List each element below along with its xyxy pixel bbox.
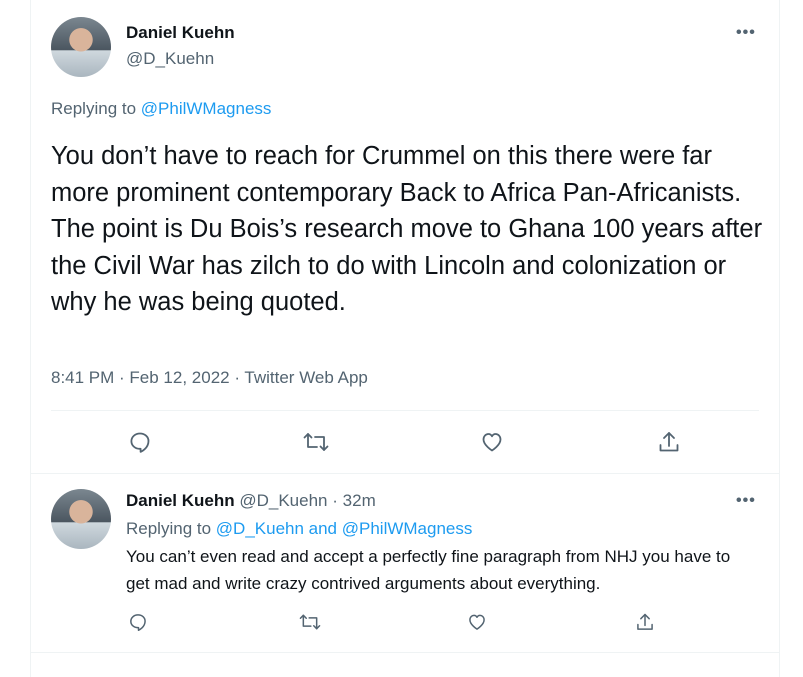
reply-icon	[130, 614, 146, 631]
reply-time[interactable]: 32m	[343, 491, 376, 510]
reply-text: You can’t even read and accept a perfect…	[126, 547, 731, 593]
replying-to: Replying to @D_Kuehn and @PhilWMagness	[126, 519, 472, 539]
reply-button[interactable]	[123, 427, 157, 457]
avatar[interactable]	[51, 17, 111, 77]
author-name[interactable]: Daniel Kuehn	[126, 23, 235, 43]
share-button[interactable]	[652, 427, 686, 457]
retweet-button[interactable]	[295, 608, 325, 636]
like-icon	[482, 433, 502, 452]
like-icon	[469, 614, 485, 630]
like-button[interactable]	[462, 608, 492, 636]
separator: ·	[332, 491, 338, 510]
tweet-text: You don’t have to reach for Crummel on t…	[51, 142, 763, 316]
share-icon	[637, 613, 653, 630]
replying-to: Replying to @PhilWMagness	[51, 99, 271, 119]
replying-to-link[interactable]: @D_Kuehn and @PhilWMagness	[216, 519, 473, 538]
author-handle[interactable]: @D_Kuehn	[126, 49, 214, 69]
replying-to-link[interactable]: @PhilWMagness	[141, 99, 272, 118]
reply-header: Daniel Kuehn @D_Kuehn · 32m	[126, 491, 376, 511]
reply-icon	[130, 432, 150, 453]
timeline-column: Daniel Kuehn @D_Kuehn ••• Replying to @P…	[30, 0, 780, 677]
author-name[interactable]: Daniel Kuehn	[126, 491, 235, 510]
more-options-icon[interactable]: •••	[736, 24, 756, 42]
share-button[interactable]	[630, 608, 660, 636]
share-icon	[659, 432, 679, 452]
tweet-separator	[31, 473, 779, 474]
tweet-timestamp[interactable]: 8:41 PM · Feb 12, 2022 · Twitter Web App	[51, 368, 368, 388]
more-options-icon[interactable]: •••	[736, 492, 756, 510]
avatar[interactable]	[51, 489, 111, 549]
tweet-separator	[31, 652, 779, 653]
retweet-icon	[303, 433, 329, 451]
retweet-button[interactable]	[299, 427, 333, 457]
divider	[51, 410, 759, 411]
reply-button[interactable]	[123, 608, 153, 636]
like-button[interactable]	[475, 427, 509, 457]
replying-prefix: Replying to	[126, 519, 216, 538]
retweet-icon	[299, 614, 321, 630]
author-handle[interactable]: @D_Kuehn	[239, 491, 327, 510]
replying-prefix: Replying to	[51, 99, 141, 118]
